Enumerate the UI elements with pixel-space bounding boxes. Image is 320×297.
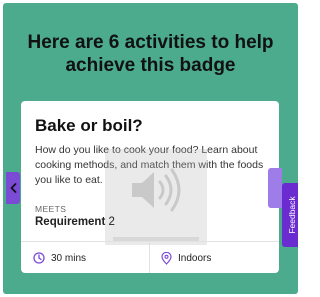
chevron-left-icon (10, 183, 16, 193)
page-headline: Here are 6 activities to help achieve th… (27, 32, 274, 76)
location-text: Indoors (178, 252, 212, 264)
activity-footer: 30 mins Indoors (21, 241, 279, 273)
activity-title: Bake or boil? (35, 116, 143, 135)
location-info: Indoors (161, 242, 211, 273)
location-pin-icon (161, 251, 172, 265)
audio-media-overlay[interactable] (105, 149, 207, 245)
duration-info: 30 mins (33, 242, 86, 273)
speaker-icon (132, 168, 181, 212)
clock-icon (33, 252, 45, 264)
duration-text: 30 mins (51, 252, 87, 264)
footer-divider (149, 242, 150, 273)
page-background: Here are 6 activities to help achieve th… (3, 3, 298, 294)
meets-label: MEETS (35, 204, 67, 214)
activity-card[interactable]: Bake or boil? How do you like to cook yo… (21, 101, 279, 273)
feedback-label: Feedback (286, 196, 297, 234)
feedback-tab[interactable]: Feedback (282, 183, 298, 247)
requirement-label: Requirement (35, 216, 106, 228)
next-activity-button[interactable] (268, 168, 282, 208)
requirement-number: 2 (108, 216, 115, 228)
requirement-text: Requirement 2 (35, 216, 115, 228)
previous-activity-button[interactable] (6, 172, 20, 204)
